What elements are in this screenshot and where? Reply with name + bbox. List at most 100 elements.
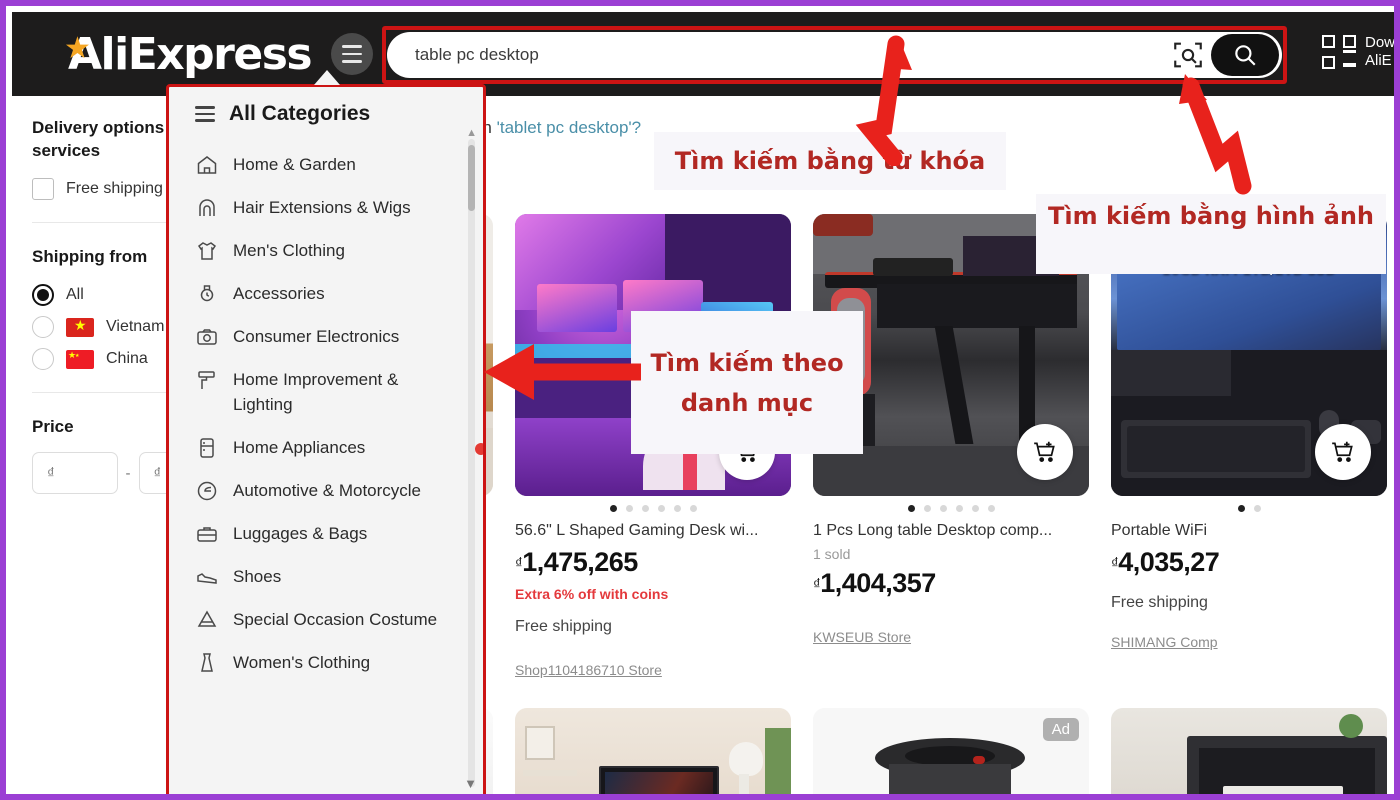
category-item-automotive-motorcycle[interactable]: Automotive & Motorcycle xyxy=(169,469,483,512)
category-item-shoes[interactable]: Shoes xyxy=(169,555,483,598)
tshirt-icon xyxy=(195,239,219,263)
search-input[interactable] xyxy=(387,45,1171,65)
product-price: ₫4,035,27 xyxy=(1111,547,1387,578)
download-app-line2: AliE xyxy=(1365,52,1392,69)
category-scrollbar-thumb[interactable] xyxy=(468,145,475,211)
product-title[interactable]: Portable WiFi xyxy=(1111,521,1387,541)
category-item-home-improvement-lighting[interactable]: Home Improvement & Lighting xyxy=(169,358,483,426)
star-icon: ★ xyxy=(64,30,91,66)
all-categories-title: All Categories xyxy=(229,102,371,125)
arrow-to-search-bar xyxy=(855,35,912,166)
did-you-mean-term[interactable]: 'tablet pc desktop'? xyxy=(497,118,641,137)
briefcase-icon xyxy=(195,522,219,546)
cart-plus-icon xyxy=(1332,441,1353,462)
category-label: Automotive & Motorcycle xyxy=(233,481,422,500)
category-item-special-occasion-costume[interactable]: Special Occasion Costume xyxy=(169,598,483,641)
scroll-down-arrow-icon[interactable]: ▼ xyxy=(464,776,477,791)
category-label: Consumer Electronics xyxy=(233,327,400,346)
radio-all[interactable] xyxy=(32,284,54,306)
product-image[interactable] xyxy=(1111,708,1387,794)
annotation-image-search: Tìm kiếm bằng hình ảnh xyxy=(1036,194,1386,274)
all-categories-header: All Categories xyxy=(169,87,483,138)
annotation-category-search: Tìm kiếm theo danh mục xyxy=(631,311,863,454)
add-to-cart-button[interactable] xyxy=(1017,424,1073,480)
page-root: Did you mean 'tablet pc desktop'? xyxy=(0,0,1400,800)
category-item-mens-clothing[interactable]: Men's Clothing xyxy=(169,229,483,272)
product-title[interactable]: 56.6" L Shaped Gaming Desk wi... xyxy=(515,521,791,541)
price-value: 1,404,357 xyxy=(820,568,936,598)
shipping-from-label: All xyxy=(66,286,84,303)
home-icon xyxy=(195,153,219,177)
product-card[interactable]: BT 5.2DDR4, Max2933MHz16GB RAM 1TB/2TB S… xyxy=(1111,214,1387,678)
product-image[interactable] xyxy=(515,708,791,794)
store-link[interactable]: KWSEUB Store xyxy=(813,629,1089,645)
dress-icon xyxy=(195,651,219,675)
currency-symbol: ₫ xyxy=(813,576,821,593)
image-dots xyxy=(813,505,1089,512)
sold-count: 1 sold xyxy=(813,546,851,562)
paint-roller-icon xyxy=(195,368,219,392)
category-label: Home & Garden xyxy=(233,155,356,174)
vietnam-flag-icon xyxy=(66,317,94,337)
coins-promo: Extra 6% off with coins xyxy=(515,586,669,602)
arrow-to-image-search-icon xyxy=(1179,74,1252,195)
radio-vietnam[interactable] xyxy=(32,316,54,338)
price-value: 4,035,27 xyxy=(1118,547,1220,577)
currency-symbol: ₫ xyxy=(1111,555,1119,572)
category-label: Shoes xyxy=(233,567,282,586)
price-min-input[interactable]: ₫ xyxy=(32,452,118,494)
free-shipping-checkbox[interactable] xyxy=(32,178,54,200)
image-dots xyxy=(1111,505,1387,512)
category-item-luggages-bags[interactable]: Luggages & Bags xyxy=(169,512,483,555)
product-price: ₫1,475,265 xyxy=(515,547,791,578)
scroll-up-arrow-icon[interactable]: ▲ xyxy=(466,127,477,139)
logo-text: AliExpress xyxy=(68,28,313,80)
category-list: Home & Garden Hair Extensions & Wigs Men… xyxy=(169,138,483,684)
price-value: 1,475,265 xyxy=(522,547,638,577)
aliexpress-logo[interactable]: ★ AliExpress xyxy=(64,28,313,80)
image-dots xyxy=(515,505,791,512)
camera-icon xyxy=(195,325,219,349)
category-item-home-appliances[interactable]: Home Appliances xyxy=(169,426,483,469)
radio-china[interactable] xyxy=(32,348,54,370)
watch-icon xyxy=(195,282,219,306)
product-price: ₫1,404,357 xyxy=(813,568,1089,599)
product-title[interactable]: 1 Pcs Long table Desktop comp... xyxy=(813,521,1089,541)
costume-icon xyxy=(195,608,219,632)
download-app-line1: Dow xyxy=(1365,34,1396,51)
category-label: Home Improvement & Lighting xyxy=(233,370,399,414)
china-flag-icon xyxy=(66,349,94,369)
download-app-block[interactable]: Dow AliE xyxy=(1322,34,1396,70)
category-item-hair-extensions-wigs[interactable]: Hair Extensions & Wigs xyxy=(169,186,483,229)
category-label: Special Occasion Costume xyxy=(233,610,438,629)
ad-badge: Ad xyxy=(1042,718,1079,741)
category-item-womens-clothing[interactable]: Women's Clothing xyxy=(169,641,483,684)
free-shipping-label: Free shipping xyxy=(66,180,163,197)
store-link[interactable]: Shop1104186710 Store xyxy=(515,662,791,678)
highlight-dot xyxy=(475,443,483,455)
store-link[interactable]: SHIMANG Comp xyxy=(1111,634,1387,650)
category-label: Luggages & Bags xyxy=(233,524,368,543)
cart-plus-icon xyxy=(1034,441,1055,462)
category-item-accessories[interactable]: Accessories xyxy=(169,272,483,315)
hamburger-icon xyxy=(195,106,215,122)
all-categories-menu-button[interactable] xyxy=(331,33,374,75)
category-item-consumer-electronics[interactable]: Consumer Electronics xyxy=(169,315,483,358)
shipping-from-label: Vietnam xyxy=(106,318,165,335)
shipping-from-label: China xyxy=(106,350,148,367)
category-scrollbar-track[interactable] xyxy=(468,139,475,787)
all-categories-dropdown: All Categories Home & Garden Hair Extens… xyxy=(166,84,486,794)
product-image[interactable]: Ad xyxy=(813,708,1089,794)
qr-code-icon xyxy=(1322,35,1356,69)
shipping-info: Free shipping xyxy=(1111,594,1208,611)
shipping-info: Free shipping xyxy=(515,618,612,635)
arrow-to-category-menu xyxy=(484,344,641,400)
currency-symbol: ₫ xyxy=(515,555,523,572)
fridge-icon xyxy=(195,436,219,460)
price-range-dash: - xyxy=(125,464,131,482)
category-label: Accessories xyxy=(233,284,325,303)
add-to-cart-button[interactable] xyxy=(1315,424,1371,480)
category-item-home-garden[interactable]: Home & Garden xyxy=(169,143,483,186)
wig-icon xyxy=(195,196,219,220)
car-icon xyxy=(195,479,219,503)
